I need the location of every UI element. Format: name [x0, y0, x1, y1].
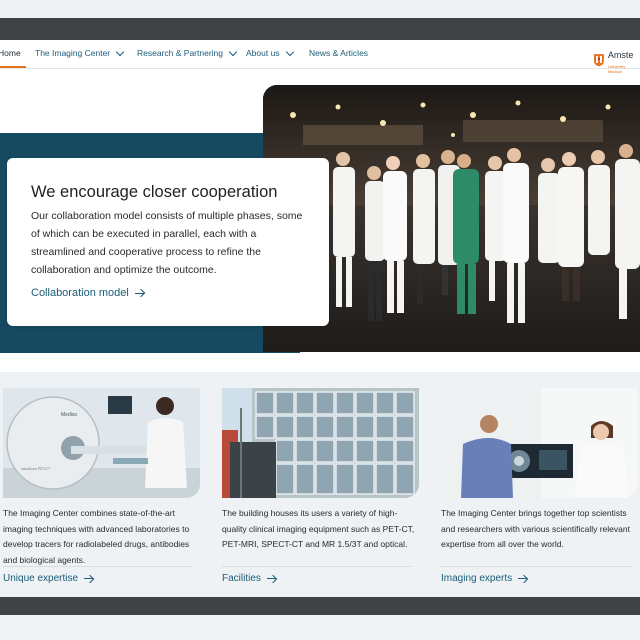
- feature-card-facilities: The building houses its users a variety …: [222, 388, 419, 584]
- collaboration-model-link[interactable]: Collaboration model: [31, 287, 145, 299]
- feature-card-experts: The Imaging Center brings together top s…: [441, 388, 638, 584]
- logo-text: Amste: [607, 50, 634, 60]
- chevron-down-icon: [285, 47, 294, 56]
- unique-expertise-link-label: Unique expertise: [3, 573, 79, 584]
- card-text: The Imaging Center combines state-of-the…: [3, 508, 190, 565]
- chevron-down-icon: [115, 47, 125, 56]
- nav-imaging-center[interactable]: The Imaging Center: [35, 47, 125, 58]
- card-divider: [222, 566, 412, 567]
- arrow-right-icon: [134, 289, 145, 297]
- nav-home[interactable]: Home: [0, 48, 21, 58]
- card-divider: [441, 566, 631, 567]
- card-image-building: [222, 388, 419, 498]
- browser-frame-band: [0, 18, 640, 40]
- scanner-model-text: nanoScan PET/CT: [21, 467, 51, 471]
- nav-active-indicator: [0, 66, 26, 68]
- imaging-experts-link-label: Imaging experts: [441, 573, 513, 584]
- hero-description: Our collaboration model consists of mult…: [31, 210, 303, 276]
- card-divider: [3, 566, 193, 567]
- nav-research-partnering-label: Research & Partnering: [137, 48, 223, 58]
- nav-imaging-center-label: The Imaging Center: [35, 48, 111, 58]
- nav-home-label: Home: [0, 48, 21, 58]
- card-image-pet-scanner: Mediso nanoScan PET/CT: [3, 388, 200, 498]
- card-image-scientists: [441, 388, 638, 498]
- hero-card: We encourage closer cooperation Our coll…: [7, 158, 329, 326]
- logo-emblem-icon: [593, 53, 604, 66]
- site-logo[interactable]: Amste University Medical: [593, 45, 640, 74]
- window-bottom-frame: [0, 597, 640, 615]
- scanner-brand-text: Mediso: [61, 412, 77, 418]
- facilities-link-label: Facilities: [222, 573, 261, 584]
- window-top-bezel: [0, 0, 640, 18]
- feature-card-expertise: Mediso nanoScan PET/CT The Imaging Cente…: [3, 388, 200, 584]
- nav-about-us-label: About us: [246, 48, 280, 58]
- collaboration-model-link-label: Collaboration model: [31, 287, 129, 299]
- arrow-right-icon: [84, 575, 94, 583]
- arrow-right-icon: [266, 575, 277, 583]
- imaging-experts-link[interactable]: Imaging experts: [441, 573, 528, 584]
- window-bottom-bezel: [0, 615, 640, 640]
- main-navigation: Home The Imaging Center Research & Partn…: [0, 40, 640, 74]
- webpage: Home The Imaging Center Research & Partn…: [0, 40, 640, 597]
- chevron-down-icon: [228, 47, 238, 56]
- card-text: The Imaging Center brings together top s…: [441, 508, 630, 549]
- arrow-right-icon: [518, 575, 528, 583]
- facilities-link[interactable]: Facilities: [222, 573, 277, 584]
- nav-about-us[interactable]: About us: [246, 47, 294, 58]
- card-text: The building houses its users a variety …: [222, 508, 415, 549]
- nav-news-articles-label: News & Articles: [309, 48, 369, 58]
- logo-subtext: University Medical: [607, 64, 626, 74]
- unique-expertise-link[interactable]: Unique expertise: [3, 573, 94, 584]
- nav-research-partnering[interactable]: Research & Partnering: [137, 47, 238, 58]
- nav-news-articles[interactable]: News & Articles: [309, 48, 368, 58]
- hero-title: We encourage closer cooperation: [31, 183, 278, 201]
